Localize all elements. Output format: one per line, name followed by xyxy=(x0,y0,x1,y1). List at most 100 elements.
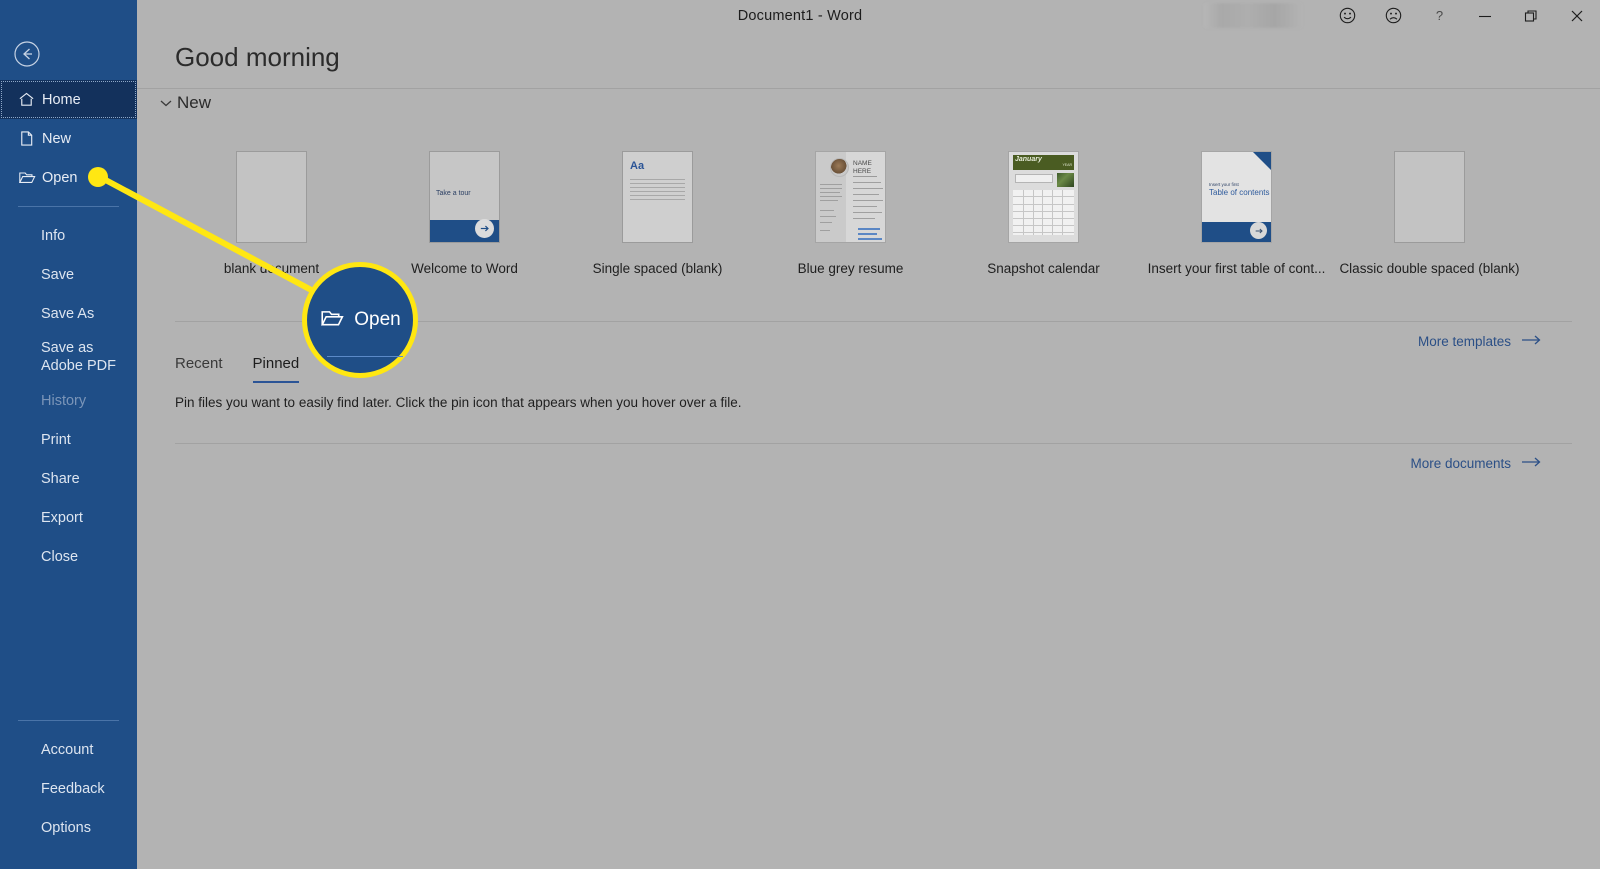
sidebar-item-export[interactable]: Export xyxy=(0,498,137,537)
thumb-line xyxy=(820,210,834,212)
thumb-line xyxy=(820,222,832,224)
sidebar-item-save-as[interactable]: Save As xyxy=(0,294,137,333)
thumb-corner-ribbon xyxy=(1253,152,1271,170)
template-label: Single spaced (blank) xyxy=(592,261,723,276)
template-card-blue-grey-resume[interactable]: NAME HERE Blue grey resume xyxy=(754,139,947,276)
sidebar-item-home[interactable]: Home xyxy=(0,80,137,119)
template-card-blank-document[interactable]: blank document xyxy=(175,139,368,276)
thumb-line xyxy=(820,230,830,232)
more-templates-link[interactable]: More templates xyxy=(1418,334,1542,349)
sidebar-item-print[interactable]: Print xyxy=(0,420,137,459)
new-section-header[interactable]: New xyxy=(155,93,211,113)
thumb-line xyxy=(853,176,877,177)
thumb-line xyxy=(853,212,882,214)
close-icon[interactable] xyxy=(1554,0,1600,31)
template-label: Blue grey resume xyxy=(797,261,904,276)
thumb-line xyxy=(820,184,842,186)
sidebar-item-share[interactable]: Share xyxy=(0,459,137,498)
thumb-blue-line xyxy=(858,233,877,235)
tab-pinned[interactable]: Pinned xyxy=(252,355,300,383)
open-folder-icon xyxy=(319,307,345,334)
template-thumbnail xyxy=(236,139,307,243)
sidebar-item-history: History xyxy=(0,381,137,420)
thumb-avatar-photo xyxy=(830,158,849,177)
more-templates-label: More templates xyxy=(1417,334,1511,349)
thumb-line xyxy=(630,183,685,184)
sidebar-item-save-as-adobe-pdf[interactable]: Save as Adobe PDF xyxy=(0,333,137,381)
sidebar-item-options[interactable]: Options xyxy=(0,808,137,847)
arrow-right-icon xyxy=(475,219,494,238)
sidebar-item-label: Feedback xyxy=(41,780,105,797)
template-thumbnail: Take a tour xyxy=(429,139,500,243)
sidebar-item-info[interactable]: Info xyxy=(0,216,137,255)
sidebar-item-label: Open xyxy=(42,169,78,186)
thumb-line xyxy=(853,194,879,196)
thumb-photo xyxy=(1057,173,1074,187)
template-card-single-spaced-blank[interactable]: Aa Single spaced (blank) xyxy=(561,139,754,276)
thumb-blue-line xyxy=(858,238,882,240)
new-document-icon xyxy=(18,130,42,147)
restore-icon[interactable] xyxy=(1508,0,1554,31)
more-documents-link[interactable]: More documents xyxy=(1410,456,1542,471)
thumb-line xyxy=(853,206,877,208)
calendar-thumb: January YEAR xyxy=(1008,151,1079,243)
sidebar-item-label: New xyxy=(42,130,72,147)
sidebar-item-label: Share xyxy=(41,470,80,487)
home-icon xyxy=(18,91,42,108)
chevron-down-icon[interactable] xyxy=(155,98,177,108)
help-icon[interactable]: ? xyxy=(1416,0,1462,31)
pinned-empty-message: Pin files you want to easily find later.… xyxy=(175,395,742,410)
sidebar-item-label: Export xyxy=(41,509,83,526)
frowny-face-icon[interactable] xyxy=(1370,0,1416,31)
smiley-face-icon[interactable] xyxy=(1324,0,1370,31)
open-folder-icon xyxy=(18,169,42,186)
backstage-main: Good morning New blank document Take a t… xyxy=(137,31,1600,869)
thumb-line xyxy=(630,195,685,196)
blank-page-thumb xyxy=(236,151,307,243)
sidebar-item-close[interactable]: Close xyxy=(0,537,137,576)
open-callout-magnifier: Open xyxy=(302,262,418,378)
sidebar-item-open[interactable]: Open xyxy=(0,158,137,197)
sidebar-item-feedback[interactable]: Feedback xyxy=(0,769,137,808)
thumb-year-text: YEAR xyxy=(1062,163,1072,167)
template-thumbnail: January YEAR xyxy=(1008,139,1079,243)
template-card-welcome-to-word[interactable]: Take a tour Welcome to Word xyxy=(368,139,561,276)
single-spaced-thumb: Aa xyxy=(622,151,693,243)
thumb-line xyxy=(630,187,685,188)
sidebar-item-label: Info xyxy=(41,227,66,244)
sidebar-item-account[interactable]: Account xyxy=(0,730,137,769)
minimize-icon[interactable] xyxy=(1462,0,1508,31)
back-arrow-icon[interactable] xyxy=(13,40,41,68)
sidebar-item-save[interactable]: Save xyxy=(0,255,137,294)
more-documents-label: More documents xyxy=(1410,456,1511,471)
thumb-line xyxy=(853,200,883,202)
template-card-snapshot-calendar[interactable]: January YEAR Snapshot calendar xyxy=(947,139,1140,276)
sidebar-item-label: Options xyxy=(41,819,91,836)
divider-under-greeting xyxy=(137,88,1600,89)
table-of-contents-thumb: Insert your first Table of contents xyxy=(1201,151,1272,243)
template-thumbnail xyxy=(1394,139,1465,243)
template-label: Classic double spaced (blank) xyxy=(1339,261,1520,276)
thumb-line xyxy=(820,200,838,202)
template-card-insert-first-table-of-contents[interactable]: Insert your first Table of contents Inse… xyxy=(1140,139,1333,276)
sidebar-item-new[interactable]: New xyxy=(0,119,137,158)
sidebar-item-label: Home xyxy=(42,91,81,108)
template-gallery: blank document Take a tour Welcome to Wo… xyxy=(175,139,1575,276)
word-start-screen: Document1 - Word ? Home New Open Info Sa… xyxy=(0,0,1600,869)
tab-label: Pinned xyxy=(252,355,300,372)
thumb-line xyxy=(853,188,883,190)
thumb-take-a-tour-text: Take a tour xyxy=(436,190,471,197)
thumb-line xyxy=(820,196,842,198)
backstage-sidebar: Home New Open Info Save Save As Save as … xyxy=(0,0,137,869)
template-thumbnail: NAME HERE xyxy=(815,139,886,243)
divider-below-message xyxy=(175,443,1572,444)
thumb-line xyxy=(820,192,840,194)
sidebar-item-label: Save xyxy=(41,266,75,283)
thumb-aa-text: Aa xyxy=(630,160,645,172)
thumb-line xyxy=(630,191,685,192)
sidebar-primary-group: Home New Open Info Save Save As Save as … xyxy=(0,80,137,576)
tab-recent[interactable]: Recent xyxy=(175,355,223,383)
thumb-line xyxy=(630,199,685,200)
template-label: Welcome to Word xyxy=(411,261,518,276)
template-card-classic-double-spaced-blank[interactable]: Classic double spaced (blank) xyxy=(1333,139,1526,276)
